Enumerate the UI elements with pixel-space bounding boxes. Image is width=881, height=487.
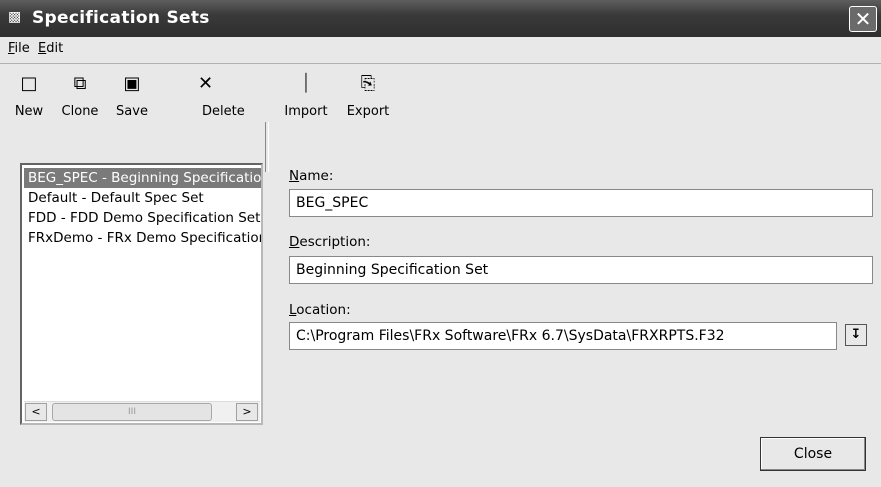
save-button[interactable]: ▣ Save: [108, 72, 156, 119]
window-title: Specification Sets: [32, 8, 210, 28]
specification-sets-window: ▩ Specification Sets ✕ File Edit □ New ⧉…: [0, 0, 881, 487]
copy-icon: ⧉: [73, 73, 87, 94]
description-field[interactable]: Beginning Specification Set: [289, 256, 873, 284]
new-document-icon: □: [20, 73, 38, 94]
toolbar-separator: [265, 122, 269, 172]
name-label: Name:: [289, 168, 334, 184]
window-icon: ▩: [8, 9, 22, 25]
menu-edit[interactable]: Edit: [38, 41, 63, 56]
scroll-right-button[interactable]: >: [236, 403, 258, 421]
delete-icon: ✕: [198, 73, 214, 94]
list-item[interactable]: FRxDemo - FRx Demo Specification Set: [24, 228, 261, 248]
delete-button[interactable]: ✕ Delete: [158, 72, 262, 119]
horizontal-scrollbar[interactable]: < III >: [24, 401, 260, 422]
export-icon: ⎘: [360, 73, 376, 94]
new-button[interactable]: □ New: [4, 72, 54, 119]
save-icon: ▣: [123, 73, 141, 94]
list-item[interactable]: Default - Default Spec Set: [24, 188, 261, 208]
export-button[interactable]: ⎘ Export: [340, 72, 396, 119]
list-item[interactable]: BEG_SPEC - Beginning Specification Set: [24, 168, 261, 188]
close-button[interactable]: Close: [760, 437, 866, 471]
import-button[interactable]: ⏐ Import: [276, 72, 336, 119]
menu-bar: File Edit: [0, 37, 881, 64]
scroll-thumb[interactable]: III: [52, 403, 212, 421]
clone-button[interactable]: ⧉ Clone: [54, 72, 106, 119]
menu-file[interactable]: File: [8, 41, 30, 56]
name-field[interactable]: BEG_SPEC: [289, 189, 873, 217]
list-item[interactable]: FDD - FDD Demo Specification Set: [24, 208, 261, 228]
location-browse-button[interactable]: ↧: [845, 324, 867, 346]
import-icon: ⏐: [300, 73, 312, 94]
toolbar: □ New ⧉ Clone ▣ Save ✕ Delete ⏐ Import ⎘…: [0, 64, 881, 172]
window-close-button[interactable]: ✕: [849, 6, 877, 32]
description-label: Description:: [289, 234, 371, 250]
title-bar[interactable]: ▩ Specification Sets ✕: [0, 0, 881, 37]
download-arrow-icon: ↧: [850, 327, 862, 342]
location-field[interactable]: C:\Program Files\FRx Software\FRx 6.7\Sy…: [289, 322, 837, 350]
location-label: Location:: [289, 302, 351, 318]
scroll-left-button[interactable]: <: [25, 403, 47, 421]
spec-set-list[interactable]: BEG_SPEC - Beginning Specification Set D…: [20, 163, 263, 425]
